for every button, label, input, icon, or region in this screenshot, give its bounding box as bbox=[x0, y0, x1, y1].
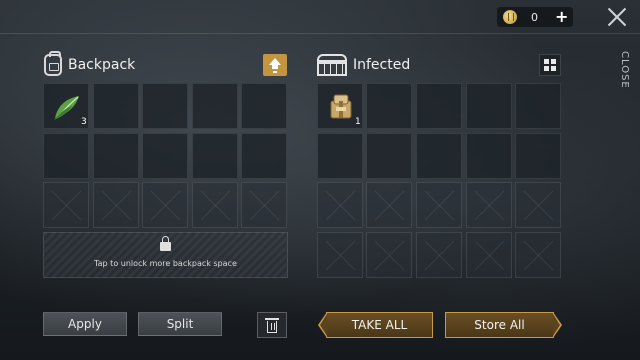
backpack-title: Backpack bbox=[68, 57, 136, 73]
close-icon[interactable] bbox=[604, 4, 630, 30]
split-button[interactable]: Split bbox=[138, 312, 222, 336]
inventory-slot[interactable] bbox=[142, 83, 188, 129]
locked-slot bbox=[416, 232, 462, 278]
inventory-slot[interactable] bbox=[515, 133, 561, 179]
inventory-slot[interactable] bbox=[317, 133, 363, 179]
top-divider bbox=[0, 33, 640, 34]
locked-slot bbox=[192, 182, 238, 228]
currency-value: 0 bbox=[531, 10, 538, 24]
locked-slot bbox=[93, 182, 139, 228]
supply-pack-icon bbox=[330, 94, 352, 119]
locked-slot bbox=[466, 182, 512, 228]
unlock-backpack-space[interactable]: Tap to unlock more backpack space bbox=[43, 232, 288, 278]
locked-slot bbox=[317, 182, 363, 228]
coin-icon bbox=[503, 10, 517, 24]
locked-slot bbox=[416, 182, 462, 228]
locked-slot bbox=[317, 232, 363, 278]
inventory-slot[interactable] bbox=[416, 133, 462, 179]
locked-slot bbox=[515, 182, 561, 228]
inventory-slot[interactable] bbox=[192, 83, 238, 129]
currency-display: 0 + bbox=[497, 7, 573, 27]
take-all-button[interactable]: TAKE ALL bbox=[318, 312, 433, 338]
inventory-slot[interactable] bbox=[416, 83, 462, 129]
discard-button[interactable] bbox=[257, 312, 287, 338]
inventory-slot[interactable] bbox=[466, 83, 512, 129]
inventory-slot[interactable] bbox=[43, 133, 89, 179]
locked-slot bbox=[142, 182, 188, 228]
inventory-slot[interactable]: 3 bbox=[43, 83, 89, 129]
locked-slot bbox=[366, 232, 412, 278]
inventory-slot[interactable] bbox=[366, 133, 412, 179]
store-all-button[interactable]: Store All bbox=[445, 312, 562, 338]
locked-slot bbox=[241, 182, 287, 228]
backpack-icon bbox=[44, 51, 62, 76]
locked-slot bbox=[515, 232, 561, 278]
inventory-slot[interactable] bbox=[241, 83, 287, 129]
sort-button[interactable] bbox=[263, 54, 287, 76]
locked-slot bbox=[43, 182, 89, 228]
inventory-slot[interactable] bbox=[142, 133, 188, 179]
inventory-slot[interactable]: 1 bbox=[317, 83, 363, 129]
herb-icon bbox=[54, 96, 79, 120]
inventory-slot[interactable] bbox=[466, 133, 512, 179]
unlock-text: Tap to unlock more backpack space bbox=[94, 259, 237, 268]
trash-icon bbox=[265, 318, 279, 320]
locked-slot bbox=[466, 232, 512, 278]
inventory-slot[interactable] bbox=[192, 133, 238, 179]
locked-slot bbox=[366, 182, 412, 228]
lock-icon bbox=[160, 236, 171, 251]
container-title: Infected bbox=[353, 57, 411, 73]
apply-button[interactable]: Apply bbox=[43, 312, 127, 336]
inventory-slot[interactable] bbox=[241, 133, 287, 179]
add-currency-icon[interactable]: + bbox=[555, 9, 568, 25]
inventory-slot[interactable] bbox=[93, 83, 139, 129]
grid-view-button[interactable] bbox=[539, 54, 561, 76]
inventory-slot[interactable] bbox=[93, 133, 139, 179]
inventory-slot[interactable] bbox=[515, 83, 561, 129]
chest-icon bbox=[317, 54, 347, 76]
close-label[interactable]: CLOSE bbox=[604, 50, 630, 90]
inventory-slot[interactable] bbox=[366, 83, 412, 129]
